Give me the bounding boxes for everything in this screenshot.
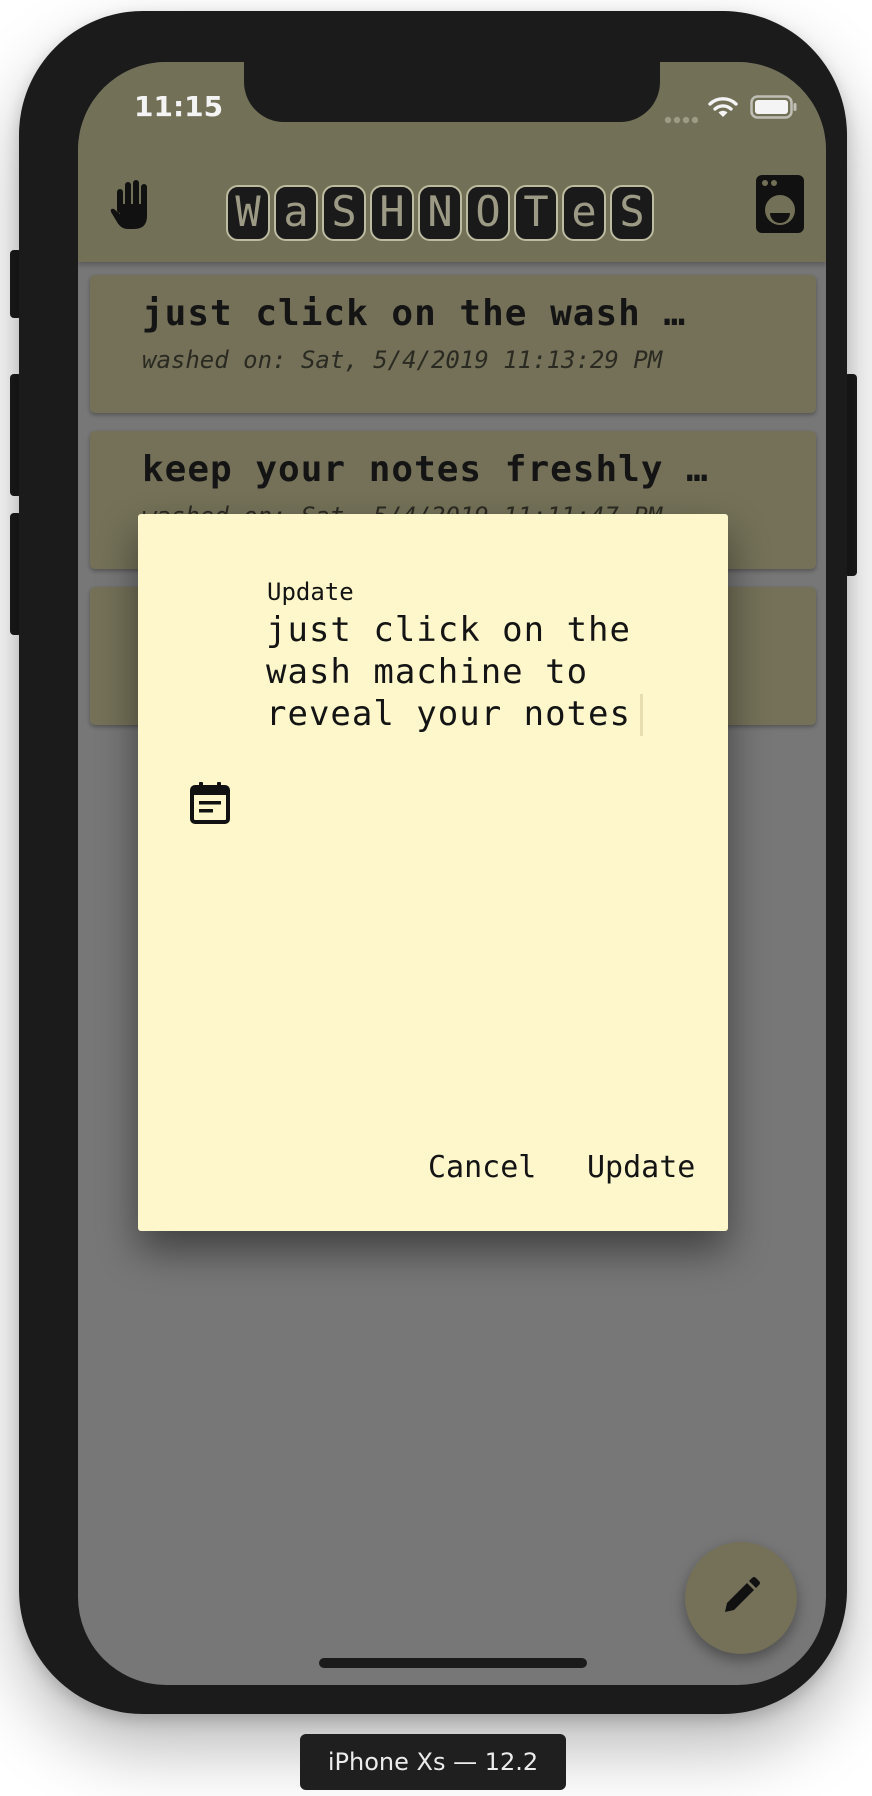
note-card[interactable]: just click on the wash … washed on: Sat,…: [90, 275, 816, 413]
logo-tile: S: [322, 185, 366, 241]
simulator-device-label: iPhone Xs — 12.2: [300, 1734, 566, 1790]
logo-tile: a: [274, 185, 318, 241]
notes-icon: [190, 782, 230, 828]
battery-icon: [750, 95, 798, 123]
app-logo: W a S H N O T e S: [226, 185, 654, 241]
logo-tile: e: [562, 185, 606, 241]
edit-fab[interactable]: [685, 1542, 797, 1654]
logo-tile: T: [514, 185, 558, 241]
note-title: keep your notes freshly …: [142, 449, 709, 490]
logo-tile: H: [370, 185, 414, 241]
pencil-icon: [721, 1576, 761, 1620]
logo-tile: N: [418, 185, 462, 241]
cancel-button[interactable]: Cancel: [428, 1150, 536, 1185]
note-title: just click on the wash …: [142, 293, 687, 334]
notch: [244, 62, 660, 122]
logo-tile: S: [610, 185, 654, 241]
text-caret: [640, 694, 643, 736]
home-indicator[interactable]: [319, 1658, 587, 1668]
logo-tile: W: [226, 185, 270, 241]
washing-machine-icon[interactable]: [756, 175, 804, 237]
hand-icon[interactable]: [110, 180, 156, 234]
logo-tile: O: [466, 185, 510, 241]
update-note-dialog: Update just click on the wash machine to…: [138, 514, 728, 1231]
signal-icon: [664, 109, 699, 128]
note-date: washed on: Sat, 5/4/2019 11:13:29 PM: [142, 346, 663, 374]
dialog-field-label: Update: [267, 578, 354, 606]
status-time: 11:15: [134, 90, 224, 123]
wifi-icon: [708, 95, 738, 123]
update-button[interactable]: Update: [587, 1150, 695, 1185]
